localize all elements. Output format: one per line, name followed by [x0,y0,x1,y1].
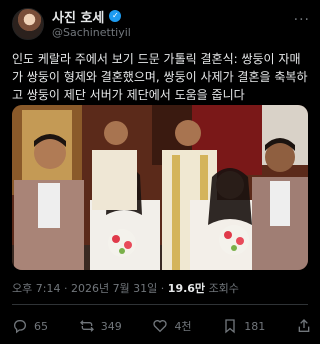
repost-icon [79,320,94,332]
meta-separator: · [160,282,168,295]
reply-icon [14,320,26,334]
wedding-photo-image [12,105,308,270]
like-button[interactable]: 4천 [152,318,192,334]
bookmark-count: 181 [244,319,266,333]
like-count: 4천 [174,320,192,333]
tweet-meta: 오후 7:14 · 2026년 7월 31일 · 19.6만 조회수 [12,280,239,296]
tweet-photo[interactable] [12,105,308,270]
tweet-date[interactable]: 2026년 7월 31일 [71,282,157,295]
tweet-header: 사진 호세 ✓ @Sachinettiyil ··· [12,6,312,40]
display-name[interactable]: 사진 호세 [52,7,104,26]
tweet-time[interactable]: 오후 7:14 [12,282,60,295]
views-label: 조회수 [208,282,239,295]
user-handle[interactable]: @Sachinettiyil [52,26,131,39]
action-bar: 65 349 4천 181 [12,314,312,338]
reply-button[interactable]: 65 [12,318,48,334]
verified-badge-icon: ✓ [109,10,122,22]
divider [12,304,308,305]
share-button[interactable] [296,318,312,334]
more-icon[interactable]: ··· [294,12,310,28]
bookmark-button[interactable]: 181 [222,318,265,334]
like-icon [153,320,168,333]
avatar[interactable] [12,8,44,40]
repost-button[interactable]: 349 [79,318,122,334]
name-row: 사진 호세 ✓ [52,7,122,26]
repost-count: 349 [100,319,122,333]
views-count: 19.6만 [167,282,206,295]
meta-separator: · [63,282,71,295]
share-icon [298,319,310,332]
reply-count: 65 [34,319,48,333]
tweet-text: 인도 케랄라 주에서 보기 드문 가톨릭 결혼식: 쌍둥이 자매가 쌍둥이 형제… [12,52,308,102]
bookmark-icon [225,319,235,334]
